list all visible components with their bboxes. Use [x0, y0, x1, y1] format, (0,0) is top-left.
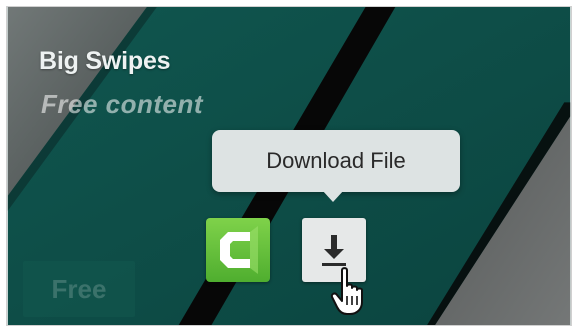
- free-badge: Free: [23, 261, 135, 317]
- camtasia-icon: [220, 226, 258, 274]
- card-subtitle: Free content: [41, 89, 204, 119]
- open-in-camtasia-button[interactable]: [206, 218, 270, 282]
- free-badge-label: Free: [51, 273, 107, 304]
- tooltip-text: Download File: [266, 148, 406, 173]
- card-title: Big Swipes: [39, 47, 171, 75]
- download-tooltip: Download File: [212, 130, 460, 192]
- tooltip-arrow: [322, 190, 344, 202]
- hand-pointer-cursor-icon: [330, 267, 363, 315]
